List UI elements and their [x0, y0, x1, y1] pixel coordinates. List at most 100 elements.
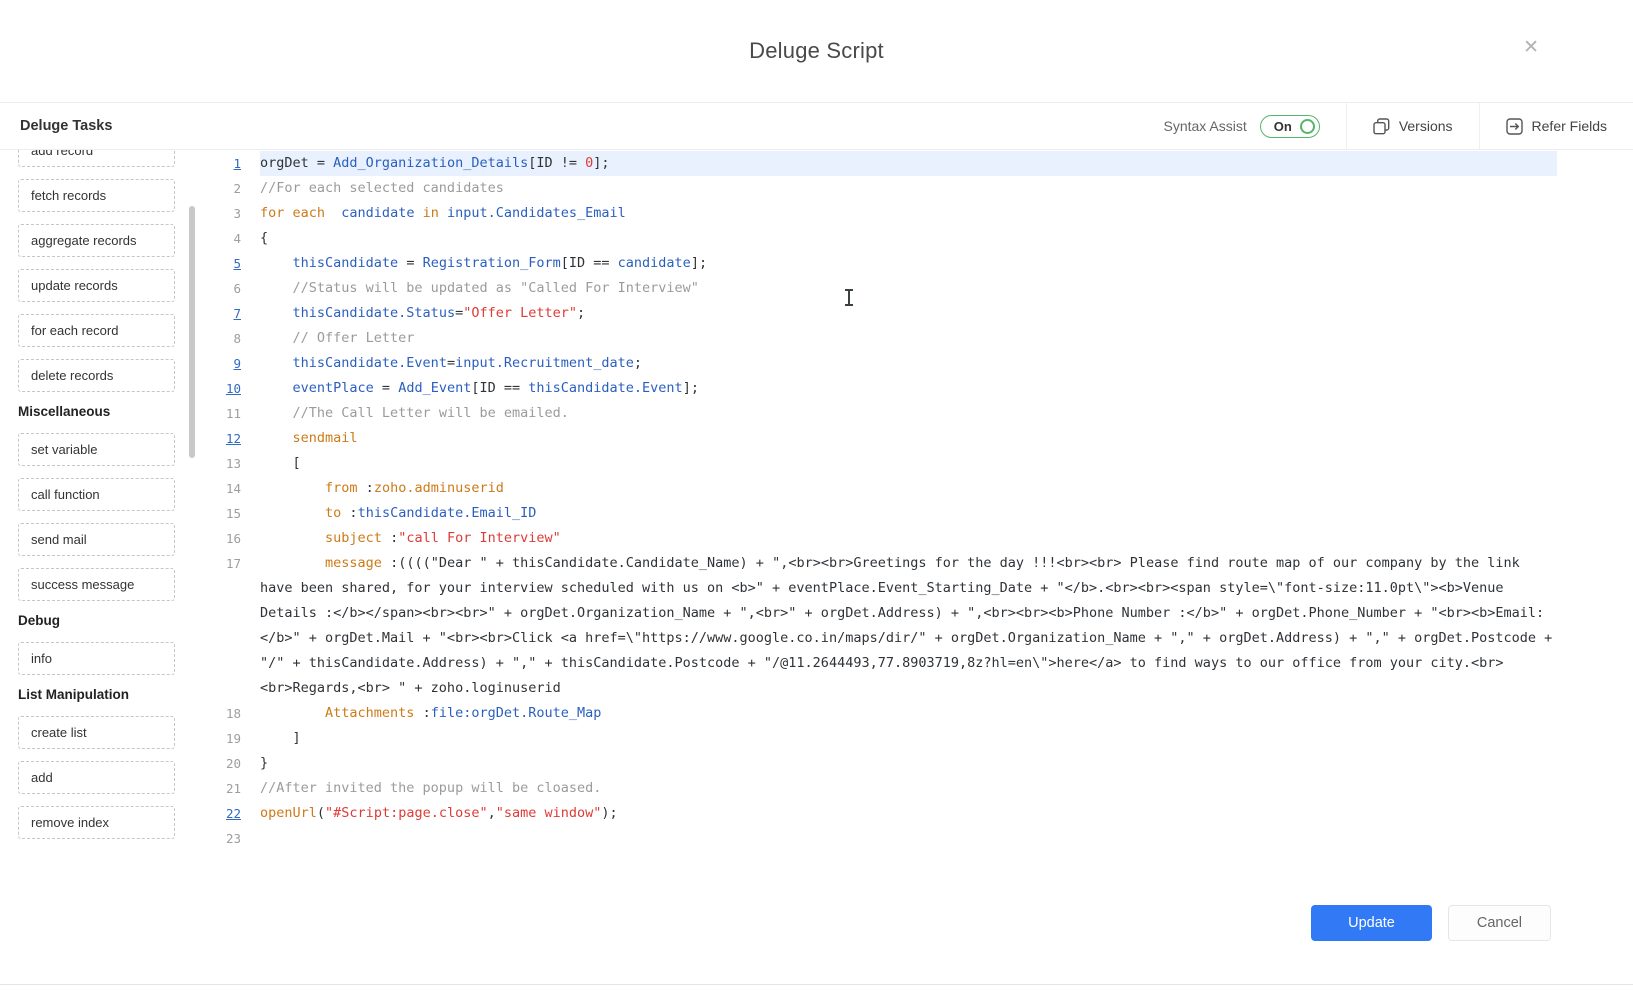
line-number: 16 [205, 526, 241, 551]
text-cursor-icon [848, 290, 850, 305]
deluge-task-item[interactable]: set variable [18, 433, 175, 466]
line-number: 23 [205, 826, 241, 851]
line-number: 11 [205, 401, 241, 426]
deluge-task-item[interactable]: send mail [18, 523, 175, 556]
code-text: openUrl("#Script:page.close","same windo… [260, 801, 1557, 826]
code-line: 5 thisCandidate = Registration_Form[ID =… [205, 251, 1633, 276]
cancel-button[interactable]: Cancel [1448, 905, 1551, 941]
line-number[interactable]: 5 [205, 251, 241, 276]
code-text: [ [260, 451, 1557, 476]
deluge-task-item[interactable]: fetch records [18, 179, 175, 212]
deluge-task-item[interactable]: add [18, 761, 175, 794]
code-text: to :thisCandidate.Email_ID [260, 501, 1557, 526]
code-line: 8 // Offer Letter [205, 326, 1633, 351]
deluge-task-item[interactable]: delete records [18, 359, 175, 392]
line-number[interactable]: 1 [205, 151, 241, 176]
line-number: 3 [205, 201, 241, 226]
code-line: 17 message :(((("Dear " + thisCandidate.… [205, 551, 1633, 701]
code-text [260, 826, 1557, 851]
code-text: orgDet = Add_Organization_Details[ID != … [260, 151, 1557, 176]
code-line: 20} [205, 751, 1633, 776]
line-number[interactable]: 9 [205, 351, 241, 376]
line-number: 17 [205, 551, 241, 701]
code-line: 18 Attachments :file:orgDet.Route_Map [205, 701, 1633, 726]
close-icon[interactable]: ✕ [1523, 38, 1539, 57]
line-number: 19 [205, 726, 241, 751]
code-line: 2//For each selected candidates [205, 176, 1633, 201]
line-number: 20 [205, 751, 241, 776]
code-line: 14 from :zoho.adminuserid [205, 476, 1633, 501]
code-text: Attachments :file:orgDet.Route_Map [260, 701, 1557, 726]
code-line: 4{ [205, 226, 1633, 251]
code-lines: 1 orgDet = Add_Organization_Details[ID !=… [205, 151, 1633, 851]
deluge-task-item[interactable]: call function [18, 478, 175, 511]
dialog-footer: Update Cancel [1311, 905, 1551, 941]
line-number: 14 [205, 476, 241, 501]
refer-fields-button[interactable]: Refer Fields [1479, 103, 1633, 149]
code-editor[interactable]: 1 orgDet = Add_Organization_Details[ID !=… [205, 150, 1633, 990]
code-text: for each candidate in input.Candidates_E… [260, 201, 1557, 226]
sidebar-group-heading: Miscellaneous [18, 404, 205, 419]
line-number: 6 [205, 276, 241, 301]
line-number: 15 [205, 501, 241, 526]
code-text: ] [260, 726, 1557, 751]
code-line: 13 [ [205, 451, 1633, 476]
sidebar-scrollbar[interactable] [189, 206, 195, 458]
code-text: sendmail [260, 426, 1557, 451]
code-line: 10 eventPlace = Add_Event[ID == thisCand… [205, 376, 1633, 401]
code-line: 6 //Status will be updated as "Called Fo… [205, 276, 1633, 301]
code-line: 7 thisCandidate.Status="Offer Letter"; [205, 301, 1633, 326]
line-number: 8 [205, 326, 241, 351]
deluge-task-item[interactable]: create list [18, 716, 175, 749]
deluge-task-item[interactable]: success message [18, 568, 175, 601]
code-line: 22 openUrl("#Script:page.close","same win… [205, 801, 1633, 826]
toolbar: Deluge Tasks Syntax Assist On Versions [0, 103, 1633, 150]
code-line: 19 ] [205, 726, 1633, 751]
update-button[interactable]: Update [1311, 905, 1432, 941]
code-text: } [260, 751, 1557, 776]
syntax-assist-toggle[interactable]: On [1260, 115, 1320, 138]
deluge-task-item[interactable]: update records [18, 269, 175, 302]
line-number: 18 [205, 701, 241, 726]
versions-button[interactable]: Versions [1346, 103, 1479, 149]
code-line: 23 [205, 826, 1633, 851]
code-text: thisCandidate.Status="Offer Letter"; [260, 301, 1557, 326]
code-text: thisCandidate = Registration_Form[ID == … [260, 251, 1557, 276]
code-line: 16 subject :"call For Interview" [205, 526, 1633, 551]
code-text: //The Call Letter will be emailed. [260, 401, 1557, 426]
refer-fields-label: Refer Fields [1532, 118, 1607, 134]
line-number[interactable]: 10 [205, 376, 241, 401]
dialog-body: add record fetch records aggregate records… [0, 150, 1633, 990]
line-number[interactable]: 7 [205, 301, 241, 326]
line-number: 2 [205, 176, 241, 201]
deluge-task-item[interactable]: info [18, 642, 175, 675]
deluge-task-item[interactable]: aggregate records [18, 224, 175, 257]
code-line: 3 for each candidate in input.Candidates_… [205, 201, 1633, 226]
line-number: 21 [205, 776, 241, 801]
line-number: 13 [205, 451, 241, 476]
toolbar-right: Syntax Assist On Versions [1138, 103, 1633, 149]
deluge-task-item[interactable]: add record [18, 150, 175, 167]
toggle-knob-icon [1300, 119, 1315, 134]
deluge-task-item[interactable]: remove index [18, 806, 175, 839]
code-text: { [260, 226, 1557, 251]
code-text: //Status will be updated as "Called For … [260, 276, 1557, 301]
code-text: // Offer Letter [260, 326, 1557, 351]
code-text: message :(((("Dear " + thisCandidate.Can… [260, 551, 1557, 701]
code-line: 11 //The Call Letter will be emailed. [205, 401, 1633, 426]
line-number: 4 [205, 226, 241, 251]
code-line: 1 orgDet = Add_Organization_Details[ID !=… [205, 151, 1633, 176]
code-text: //After invited the popup will be cloase… [260, 776, 1557, 801]
code-line: 12 sendmail [205, 426, 1633, 451]
versions-icon [1373, 118, 1390, 135]
deluge-tasks-sidebar: add record fetch records aggregate records… [0, 150, 205, 990]
deluge-tasks-heading: Deluge Tasks [0, 103, 112, 149]
deluge-task-item[interactable]: for each record [18, 314, 175, 347]
syntax-assist-label: Syntax Assist [1164, 118, 1247, 134]
code-text: subject :"call For Interview" [260, 526, 1557, 551]
code-line: 21 //After invited the popup will be cloa… [205, 776, 1633, 801]
deluge-tasks-list: add record fetch records aggregate records… [18, 150, 205, 839]
line-number[interactable]: 12 [205, 426, 241, 451]
code-text: eventPlace = Add_Event[ID == thisCandida… [260, 376, 1557, 401]
line-number[interactable]: 22 [205, 801, 241, 826]
